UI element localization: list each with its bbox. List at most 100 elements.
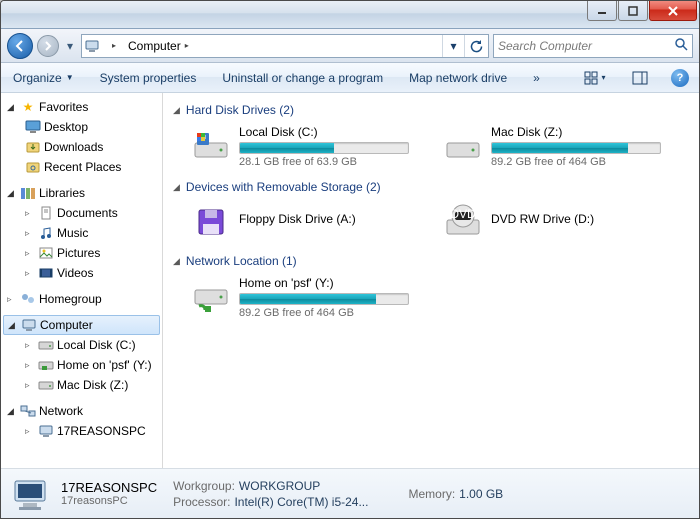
sidebar-item-network-pc[interactable]: ▹ 17REASONSPC bbox=[1, 421, 162, 441]
chevron-right-icon: ▹ bbox=[25, 360, 35, 371]
back-button[interactable] bbox=[7, 33, 33, 59]
details-prop-key: Workgroup: bbox=[173, 479, 235, 493]
sidebar-item-favorites[interactable]: ◢ ★ Favorites bbox=[1, 97, 162, 117]
details-computer-sub: 17reasonsPC bbox=[61, 495, 157, 507]
minimize-button[interactable] bbox=[587, 1, 617, 21]
drive-name: Local Disk (C:) bbox=[239, 125, 427, 139]
drive-icon bbox=[38, 377, 54, 393]
toolbar-overflow[interactable]: » bbox=[527, 68, 546, 88]
chevron-right-icon: ▹ bbox=[25, 208, 35, 219]
content-pane: ◢ Hard Disk Drives (2) Local Disk (C:) 2… bbox=[163, 93, 699, 468]
section-title: Network Location (1) bbox=[186, 254, 297, 268]
breadcrumb-root[interactable]: ▸ bbox=[104, 35, 120, 57]
chevron-right-icon: ▹ bbox=[25, 380, 35, 391]
sidebar-item-recent-places[interactable]: Recent Places bbox=[1, 157, 162, 177]
preview-pane-button[interactable] bbox=[627, 67, 653, 89]
capacity-fill bbox=[240, 143, 334, 153]
sidebar-item-label: Desktop bbox=[44, 120, 88, 134]
command-bar: Organize▼ System properties Uninstall or… bbox=[1, 63, 699, 93]
drive-floppy-a[interactable]: Floppy Disk Drive (A:) bbox=[189, 200, 429, 244]
sidebar-item-label: Homegroup bbox=[39, 292, 102, 306]
organize-menu[interactable]: Organize▼ bbox=[7, 68, 80, 88]
capacity-bar bbox=[239, 142, 409, 154]
sidebar-item-documents[interactable]: ▹ Documents bbox=[1, 203, 162, 223]
sidebar-item-label: Favorites bbox=[39, 100, 88, 114]
sidebar-item-downloads[interactable]: Downloads bbox=[1, 137, 162, 157]
drive-local-disk-c[interactable]: Local Disk (C:) 28.1 GB free of 63.9 GB bbox=[189, 123, 429, 170]
sidebar-item-music[interactable]: ▹ Music bbox=[1, 223, 162, 243]
documents-icon bbox=[38, 205, 54, 221]
chevron-right-icon: ▹ bbox=[25, 340, 35, 351]
chevron-right-icon: ▹ bbox=[25, 268, 35, 279]
sidebar-item-pictures[interactable]: ▹ Pictures bbox=[1, 243, 162, 263]
details-name-block: 17REASONSPC 17reasonsPC bbox=[61, 480, 157, 507]
floppy-icon bbox=[191, 202, 231, 242]
drive-name: DVD RW Drive (D:) bbox=[491, 212, 679, 226]
sidebar-item-label: Pictures bbox=[57, 246, 100, 260]
history-dropdown[interactable]: ▾ bbox=[63, 35, 77, 57]
sidebar-item-libraries[interactable]: ◢ Libraries bbox=[1, 183, 162, 203]
details-prop-value: 1.00 GB bbox=[459, 487, 503, 501]
drive-mac-disk-z[interactable]: Mac Disk (Z:) 89.2 GB free of 464 GB bbox=[441, 123, 681, 170]
search-icon bbox=[674, 37, 688, 54]
sidebar-item-label: Documents bbox=[57, 206, 118, 220]
pictures-icon bbox=[38, 245, 54, 261]
sidebar-item-label: Computer bbox=[40, 318, 93, 332]
section-hard-disk-drives[interactable]: ◢ Hard Disk Drives (2) bbox=[173, 103, 689, 117]
refresh-button[interactable] bbox=[464, 35, 486, 57]
svg-text:DVD: DVD bbox=[450, 207, 476, 221]
drive-dvd-d[interactable]: DVD DVD RW Drive (D:) bbox=[441, 200, 681, 244]
drive-name: Mac Disk (Z:) bbox=[491, 125, 679, 139]
chevron-right-icon: ▹ bbox=[25, 228, 35, 239]
details-props-col1: Workgroup:WORKGROUP Processor:Intel(R) C… bbox=[173, 479, 368, 509]
uninstall-program-button[interactable]: Uninstall or change a program bbox=[216, 68, 389, 88]
details-props-col2: Memory: 1.00 GB bbox=[408, 487, 503, 501]
sidebar-item-desktop[interactable]: Desktop bbox=[1, 117, 162, 137]
sidebar-item-network[interactable]: ◢ Network bbox=[1, 401, 162, 421]
change-view-button[interactable] bbox=[577, 67, 613, 89]
capacity-fill bbox=[492, 143, 628, 153]
search-input[interactable]: Search Computer bbox=[493, 34, 693, 58]
help-button[interactable]: ? bbox=[667, 67, 693, 89]
search-placeholder: Search Computer bbox=[498, 39, 592, 53]
title-bar bbox=[1, 1, 699, 29]
drive-icon bbox=[443, 125, 483, 165]
sidebar-item-label: Mac Disk (Z:) bbox=[57, 378, 128, 392]
map-network-drive-button[interactable]: Map network drive bbox=[403, 68, 513, 88]
help-icon: ? bbox=[671, 69, 689, 87]
navigation-bar: ▾ ▸ Computer ▸ ▾ Search Computer bbox=[1, 29, 699, 63]
sidebar-item-label: Music bbox=[57, 226, 88, 240]
chevron-down-icon: ◢ bbox=[7, 406, 17, 417]
section-title: Hard Disk Drives (2) bbox=[186, 103, 294, 117]
libraries-icon bbox=[20, 185, 36, 201]
system-properties-button[interactable]: System properties bbox=[94, 68, 203, 88]
address-dropdown[interactable]: ▾ bbox=[442, 35, 464, 57]
network-icon bbox=[20, 403, 36, 419]
details-prop-value: Intel(R) Core(TM) i5-24... bbox=[234, 495, 368, 509]
breadcrumb-computer[interactable]: Computer ▸ bbox=[124, 35, 193, 57]
drive-icon bbox=[38, 337, 54, 353]
sidebar-item-home-psf-y[interactable]: ▹ Home on 'psf' (Y:) bbox=[1, 355, 162, 375]
maximize-button[interactable] bbox=[618, 1, 648, 21]
sidebar-item-label: 17REASONSPC bbox=[57, 424, 146, 438]
sidebar-item-mac-disk-z[interactable]: ▹ Mac Disk (Z:) bbox=[1, 375, 162, 395]
breadcrumb-label: Computer bbox=[128, 39, 181, 53]
details-prop-key: Memory: bbox=[408, 487, 455, 501]
section-removable-storage[interactable]: ◢ Devices with Removable Storage (2) bbox=[173, 180, 689, 194]
organize-label: Organize bbox=[13, 71, 62, 85]
sidebar-item-homegroup[interactable]: ▹ Homegroup bbox=[1, 289, 162, 309]
drive-icon bbox=[191, 125, 231, 165]
section-network-location[interactable]: ◢ Network Location (1) bbox=[173, 254, 689, 268]
chevron-right-icon: ▹ bbox=[7, 294, 17, 305]
drive-home-psf-y[interactable]: Home on 'psf' (Y:) 89.2 GB free of 464 G… bbox=[189, 274, 429, 321]
sidebar-item-videos[interactable]: ▹ Videos bbox=[1, 263, 162, 283]
navigation-pane: ◢ ★ Favorites Desktop Downloads Recent P… bbox=[1, 93, 163, 468]
address-bar[interactable]: ▸ Computer ▸ ▾ bbox=[81, 34, 489, 58]
forward-button[interactable] bbox=[37, 35, 59, 57]
sidebar-item-label: Libraries bbox=[39, 186, 85, 200]
sidebar-item-local-disk-c[interactable]: ▹ Local Disk (C:) bbox=[1, 335, 162, 355]
sidebar-item-computer[interactable]: ◢ Computer bbox=[3, 315, 160, 335]
close-button[interactable] bbox=[649, 1, 697, 21]
capacity-bar bbox=[239, 293, 409, 305]
details-computer-name: 17REASONSPC bbox=[61, 480, 157, 495]
